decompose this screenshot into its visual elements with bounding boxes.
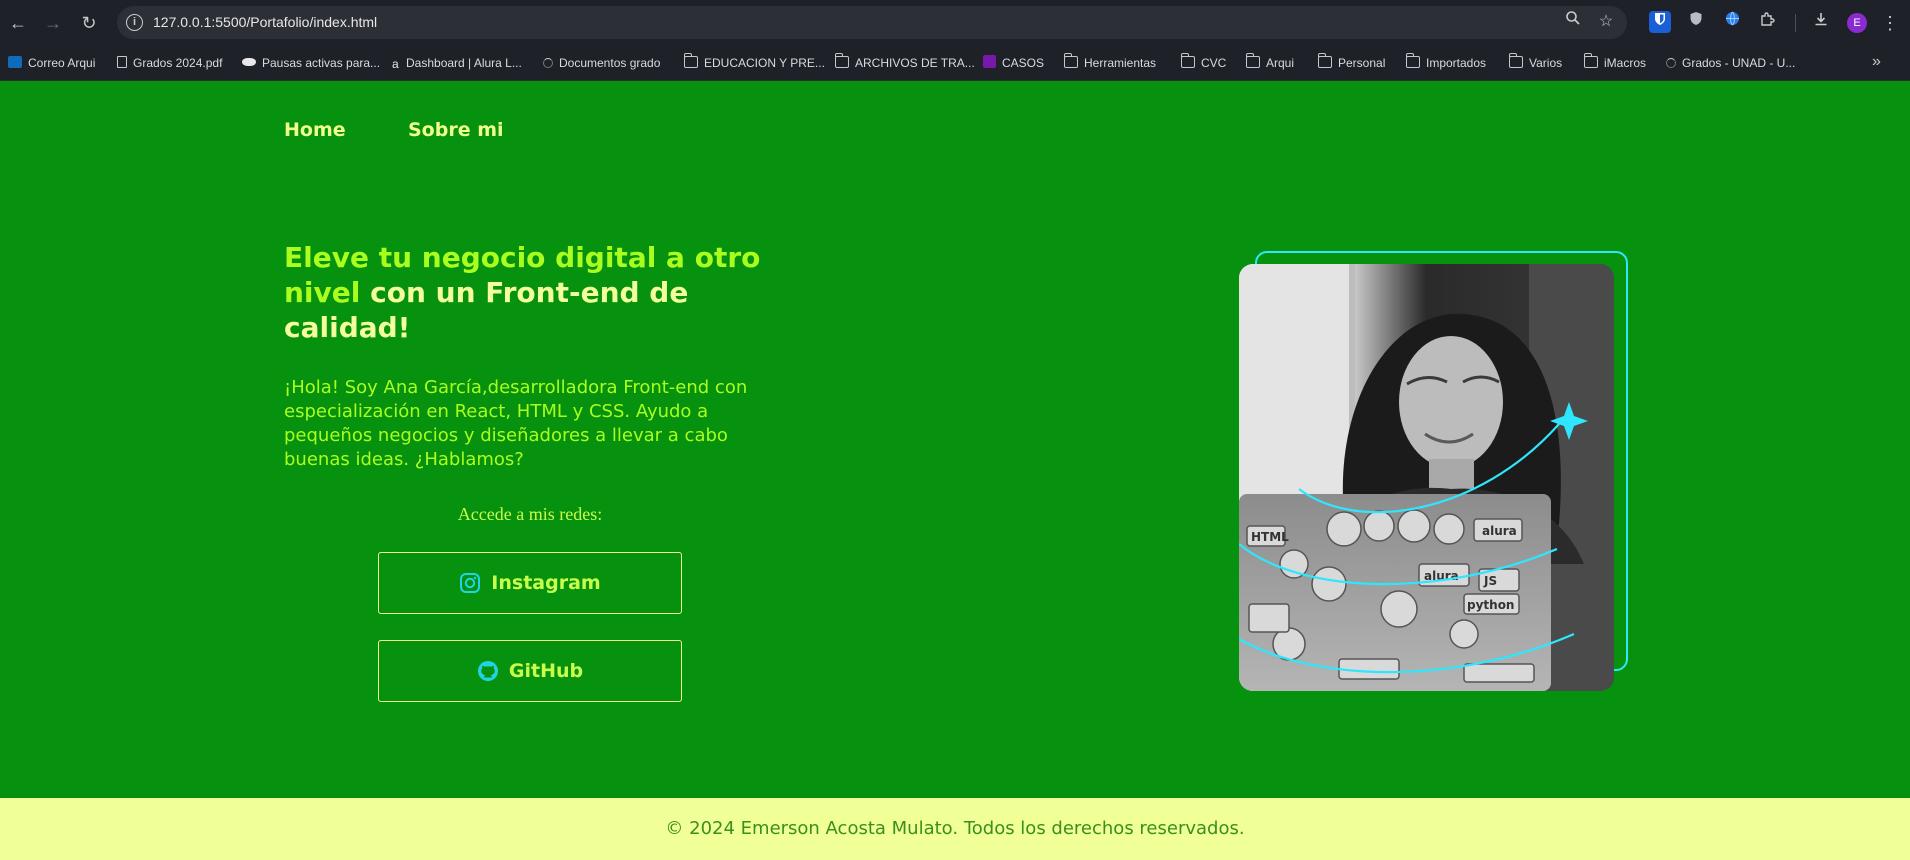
bookmark-label: iMacros	[1604, 56, 1647, 70]
extensions-puzzle-icon[interactable]	[1757, 11, 1779, 33]
hero-title: Eleve tu negocio digital a otro nivel co…	[284, 240, 804, 345]
bookmark-folder[interactable]: Varios	[1508, 45, 1563, 81]
bookmark-label: Personal	[1338, 56, 1386, 70]
browser-toolbar: ← → ↻ i 127.0.0.1:5500/Portafolio/index.…	[0, 0, 1910, 45]
profile-photo-image: HTML alura JS python alura	[1239, 264, 1614, 691]
onenote-icon	[983, 55, 996, 68]
footer-copyright: © 2024 Emerson Acosta Mulato. Todos los …	[665, 818, 1245, 839]
folder-icon	[1180, 53, 1195, 68]
github-button[interactable]: GitHub	[378, 640, 682, 702]
portfolio-page: Home Sobre mi Eleve tu negocio digital a…	[0, 81, 1910, 798]
site-info-icon[interactable]: i	[126, 14, 143, 31]
downloads-icon[interactable]	[1810, 11, 1832, 33]
bookmark-folder[interactable]: Arqui	[1245, 45, 1295, 81]
forward-arrow-icon[interactable]: →	[40, 10, 66, 36]
bookmark-label: Arqui	[1266, 56, 1295, 70]
bookmarks-bar: Correo Arqui Grados 2024.pdf Pausas acti…	[0, 45, 1910, 81]
toolbar-separator	[1795, 14, 1796, 32]
instagram-button[interactable]: Instagram	[378, 552, 682, 614]
zoom-icon[interactable]	[1561, 10, 1585, 34]
bookmark-label: CVC	[1201, 56, 1227, 70]
social-heading: Accede a mis redes:	[457, 504, 603, 524]
alura-icon: a	[392, 57, 399, 71]
bookmark-item[interactable]: Pausas activas para...	[242, 45, 380, 81]
address-bar[interactable]: i 127.0.0.1:5500/Portafolio/index.html ☆	[117, 6, 1627, 39]
folder-icon	[1063, 53, 1078, 68]
bookmark-label: Grados - UNAD - U...	[1682, 56, 1796, 70]
bookmark-label: ARCHIVOS DE TRA...	[855, 56, 975, 70]
bookmark-folder[interactable]: Herramientas	[1063, 45, 1157, 81]
bookmark-label: CASOS	[1002, 56, 1045, 70]
file-icon	[117, 56, 127, 68]
hero-description: ¡Hola! Soy Ana García,desarrolladora Fro…	[284, 377, 748, 470]
bookmark-folder[interactable]: Personal	[1317, 45, 1386, 81]
bookmark-folder[interactable]: CVC	[1180, 45, 1227, 81]
svg-text:JS: JS	[1483, 574, 1497, 588]
folder-icon	[1583, 53, 1598, 68]
bookmark-label: Documentos grado	[559, 56, 661, 70]
bookmark-item[interactable]: Documentos grado	[543, 45, 660, 81]
nav-home-link[interactable]: Home	[284, 119, 346, 141]
bookmark-folder[interactable]: ARCHIVOS DE TRA...	[834, 45, 975, 81]
bookmark-folder[interactable]: Importados	[1405, 45, 1487, 81]
bookmark-star-icon[interactable]: ☆	[1594, 10, 1618, 34]
instagram-icon	[460, 573, 481, 593]
bookmark-label: Dashboard | Alura L...	[406, 56, 522, 70]
bookmark-label: EDUCACION Y PRE...	[704, 56, 825, 70]
github-label: GitHub	[508, 660, 584, 682]
profile-photo: HTML alura JS python alura	[1239, 264, 1614, 691]
bookmark-item[interactable]: CASOS	[983, 45, 1044, 81]
bitwarden-extension-icon[interactable]	[1649, 11, 1671, 33]
folder-icon	[683, 53, 698, 68]
svg-text:python: python	[1467, 598, 1514, 612]
bookmark-item[interactable]: Grados 2024.pdf	[117, 45, 222, 81]
more-bookmarks-chevron-icon[interactable]: »	[1872, 45, 1881, 81]
eye-icon	[242, 58, 256, 66]
svg-text:HTML: HTML	[1251, 530, 1289, 544]
shield-extension-icon[interactable]	[1685, 11, 1707, 33]
browser-menu-icon[interactable]: ⋮	[1880, 10, 1900, 36]
svg-text:alura: alura	[1482, 524, 1517, 538]
reload-icon[interactable]: ↻	[76, 10, 102, 36]
bookmark-item[interactable]: Correo Arqui	[8, 45, 95, 81]
folder-icon	[1508, 53, 1523, 68]
globe-extension-icon[interactable]	[1721, 11, 1743, 33]
url-text[interactable]: 127.0.0.1:5500/Portafolio/index.html	[153, 6, 377, 39]
bookmark-label: Correo Arqui	[28, 56, 96, 70]
bookmark-item[interactable]: a Dashboard | Alura L...	[392, 45, 522, 81]
bookmark-label: Herramientas	[1084, 56, 1157, 70]
bookmark-folder[interactable]: iMacros	[1583, 45, 1647, 81]
folder-icon	[1405, 53, 1420, 68]
back-arrow-icon[interactable]: ←	[5, 10, 31, 36]
bookmark-folder[interactable]: EDUCACION Y PRE...	[683, 45, 825, 81]
folder-icon	[1245, 53, 1260, 68]
loading-icon	[543, 58, 553, 68]
instagram-label: Instagram	[491, 572, 601, 594]
profile-avatar[interactable]: E	[1847, 13, 1867, 33]
github-icon	[477, 661, 498, 681]
folder-icon	[1317, 53, 1332, 68]
nav-about-link[interactable]: Sobre mi	[408, 119, 504, 141]
folder-icon	[834, 53, 849, 68]
loading-icon	[1666, 58, 1676, 68]
bookmark-label: Varios	[1529, 56, 1563, 70]
site-footer: © 2024 Emerson Acosta Mulato. Todos los …	[0, 798, 1910, 860]
bookmark-label: Pausas activas para...	[262, 56, 381, 70]
bookmark-label: Importados	[1426, 56, 1487, 70]
outlook-icon	[8, 56, 22, 68]
bookmark-item[interactable]: Grados - UNAD - U...	[1666, 45, 1795, 81]
bookmark-label: Grados 2024.pdf	[133, 56, 223, 70]
